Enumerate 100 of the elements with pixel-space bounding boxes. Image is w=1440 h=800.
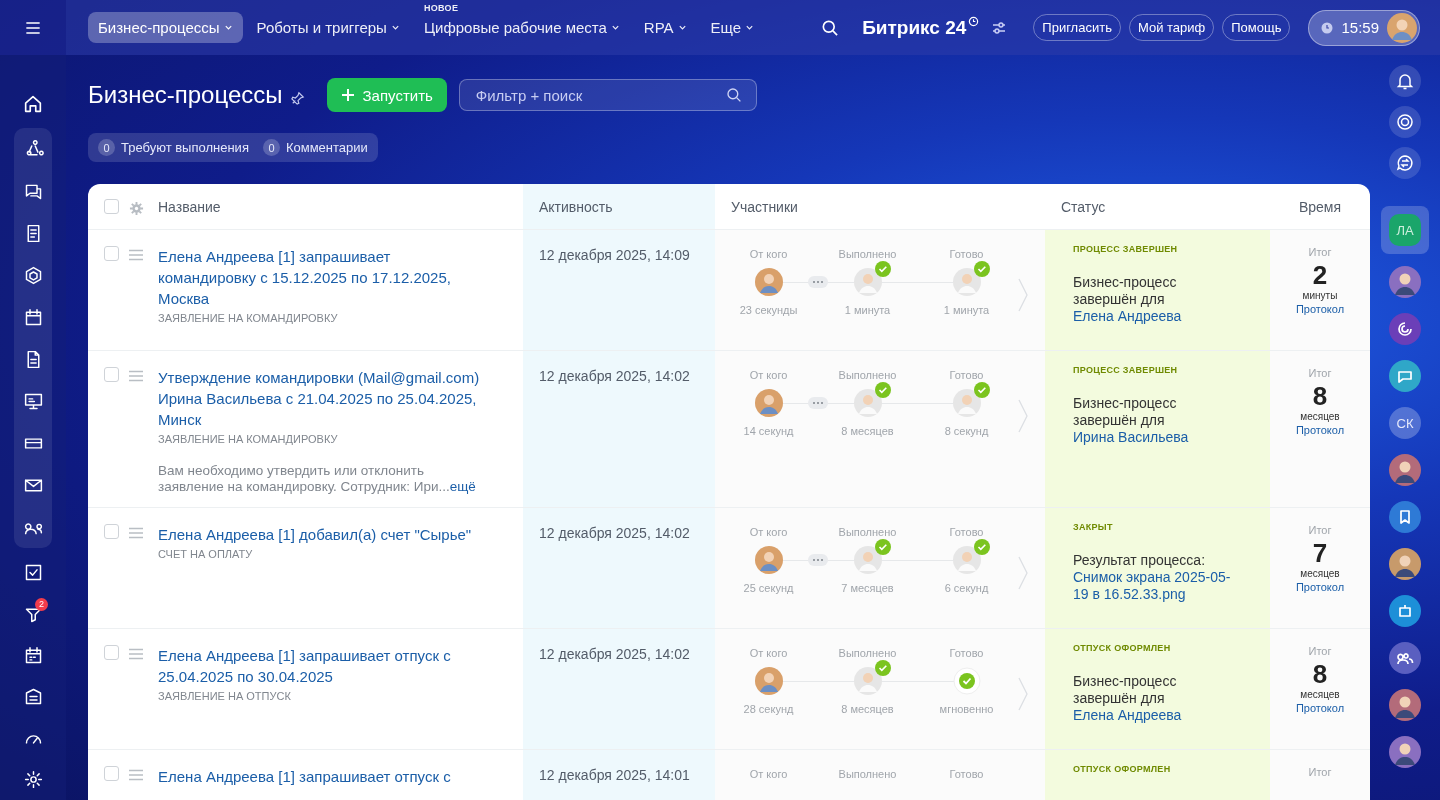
bell-icon[interactable]: [1389, 65, 1421, 97]
channel-icon: [1389, 313, 1421, 345]
avatar[interactable]: [754, 268, 783, 296]
process-link[interactable]: Елена Андреева [1] запрашивает командировку с 15.12.2025 по 17.12.2025, Москва: [158, 246, 490, 309]
chat-icon[interactable]: [1389, 147, 1421, 179]
checkbox[interactable]: [104, 645, 119, 660]
caret-icon: [677, 23, 687, 32]
process-link[interactable]: Елена Андреева [1] добавил(а) счет "Сырье": [158, 524, 472, 545]
step-label: Готово: [949, 248, 984, 260]
column-header[interactable]: Участники: [731, 198, 798, 215]
step-time: 1 минута: [943, 304, 990, 316]
protocol-link[interactable]: Протокол: [1295, 581, 1345, 593]
status-text: Бизнес-процесс завершён для Елена Андреева: [1073, 274, 1183, 325]
checkbox[interactable]: [104, 246, 119, 261]
step-time: 28 секунд: [743, 703, 794, 715]
chat-item[interactable]: СК: [1381, 404, 1429, 442]
nav-tab[interactable]: Роботы и триггеры: [246, 12, 410, 43]
counter-badge: 2: [35, 597, 48, 611]
more-steps-icon[interactable]: [808, 276, 828, 288]
more-link[interactable]: ещё: [449, 479, 476, 494]
bookmark-icon: [1389, 501, 1421, 533]
status-text: Результат процесса:: [1073, 552, 1207, 569]
drag-handle-icon[interactable]: [129, 527, 143, 539]
clock-widget[interactable]: 15:59: [1308, 9, 1420, 46]
initials-avatar: ЛА: [1389, 214, 1421, 246]
checkbox[interactable]: [104, 199, 119, 214]
clock-icon: [968, 16, 980, 27]
column-header[interactable]: Время: [1298, 198, 1342, 215]
step-label: Выполнено: [838, 369, 897, 381]
avatar[interactable]: [754, 667, 783, 695]
checkbox[interactable]: [104, 524, 119, 539]
counter-label: Комментарии: [285, 140, 368, 155]
drag-handle-icon[interactable]: [129, 249, 143, 261]
step-label: Готово: [949, 369, 984, 381]
initials-avatar: СК: [1389, 407, 1421, 439]
caret-icon: [745, 23, 755, 32]
step-label: От кого: [749, 248, 788, 260]
checkbox[interactable]: [104, 367, 119, 382]
drag-handle-icon[interactable]: [129, 769, 143, 781]
more-steps-icon[interactable]: [808, 397, 828, 409]
avatar[interactable]: [1387, 12, 1417, 43]
step-time: 1 минута: [844, 304, 891, 316]
person-link[interactable]: Елена Андреева: [1073, 707, 1182, 723]
logo[interactable]: Битрикс 24: [862, 16, 967, 39]
avatar[interactable]: [754, 546, 783, 574]
step-time: 8 месяцев: [841, 703, 894, 715]
total-label: Итог: [1308, 367, 1332, 379]
status-label: ОТПУСК ОФОРМЛЕН: [1073, 643, 1172, 653]
column-header[interactable]: Активность: [539, 198, 613, 215]
robot-icon: [1389, 595, 1421, 627]
process-link[interactable]: Елена Андреева [1] запрашивает отпуск с 25.04.2025 по 30.04.2025: [158, 645, 490, 687]
chat-icon: [1389, 360, 1421, 392]
file-link[interactable]: Снимок экрана 2025-05-19 в 16.52.33.png: [1073, 569, 1242, 603]
count-badge: 0: [262, 139, 280, 156]
status-label: ПРОЦЕСС ЗАВЕРШЕН: [1073, 365, 1179, 375]
count-badge: 0: [98, 139, 115, 156]
activity-date: 12 декабря 2025, 14:01: [539, 767, 690, 783]
nav-tab[interactable]: Еще: [700, 12, 765, 43]
step-label: Готово: [949, 526, 984, 538]
column-header[interactable]: Статус: [1061, 198, 1106, 215]
person-link[interactable]: Ирина Васильева: [1073, 429, 1189, 445]
avatar: [1389, 736, 1421, 768]
step-label: Выполнено: [838, 647, 897, 659]
duration-unit: месяцев: [1300, 568, 1340, 579]
step-time: 23 секунды: [739, 304, 798, 316]
process-type: ЗАЯВЛЕНИЕ НА КОМАНДИРОВКУ: [158, 433, 339, 445]
settings-icon[interactable]: [22, 768, 44, 790]
step-label: Выполнено: [838, 768, 897, 780]
target-icon[interactable]: [1389, 106, 1421, 138]
avatar: [1389, 548, 1421, 580]
caret-icon: [223, 23, 233, 32]
search-icon[interactable]: [724, 86, 743, 104]
description: Вам необходимо утвердить или отклонить заявление на командировку. Сотрудник: Ири...ещё: [158, 463, 477, 495]
checkbox[interactable]: [104, 766, 119, 781]
person-link[interactable]: Елена Андреева: [1073, 308, 1182, 324]
pin-icon[interactable]: [290, 91, 305, 105]
avatar: [1389, 266, 1421, 298]
process-type: СЧЕТ НА ОПЛАТУ: [158, 548, 254, 560]
step-label: Готово: [949, 647, 984, 659]
avatar[interactable]: [754, 389, 783, 417]
protocol-link[interactable]: Протокол: [1295, 303, 1345, 315]
drag-handle-icon[interactable]: [129, 648, 143, 660]
duration-unit: месяцев: [1300, 689, 1340, 700]
process-link[interactable]: Елена Андреева [1] запрашивает отпуск с: [158, 766, 451, 787]
status-label: ОТПУСК ОФОРМЛЕН: [1073, 764, 1172, 774]
total-label: Итог: [1308, 645, 1332, 657]
nav-tab[interactable]: Бизнес-процессы: [88, 12, 243, 43]
drag-handle-icon[interactable]: [129, 370, 143, 382]
sliders-icon[interactable]: [991, 19, 1008, 36]
protocol-link[interactable]: Протокол: [1295, 424, 1345, 436]
process-link[interactable]: Утверждение командировки (Mail@gmail.com) Ирина Васильева с 21.04.2025 по 25.04.2025, Минск: [158, 367, 490, 430]
step-time: 8 месяцев: [841, 425, 894, 437]
nav-tab[interactable]: RPA: [633, 12, 697, 43]
column-header[interactable]: Название: [158, 198, 221, 215]
step-time: 8 секунд: [944, 425, 989, 437]
counter-filter[interactable]: 0 Комментарии: [258, 137, 372, 158]
more-steps-icon[interactable]: [808, 554, 828, 566]
counter-filter[interactable]: 0 Требуют выполнения: [94, 137, 253, 158]
protocol-link[interactable]: Протокол: [1295, 702, 1345, 714]
duration-value: 7: [1312, 538, 1328, 568]
